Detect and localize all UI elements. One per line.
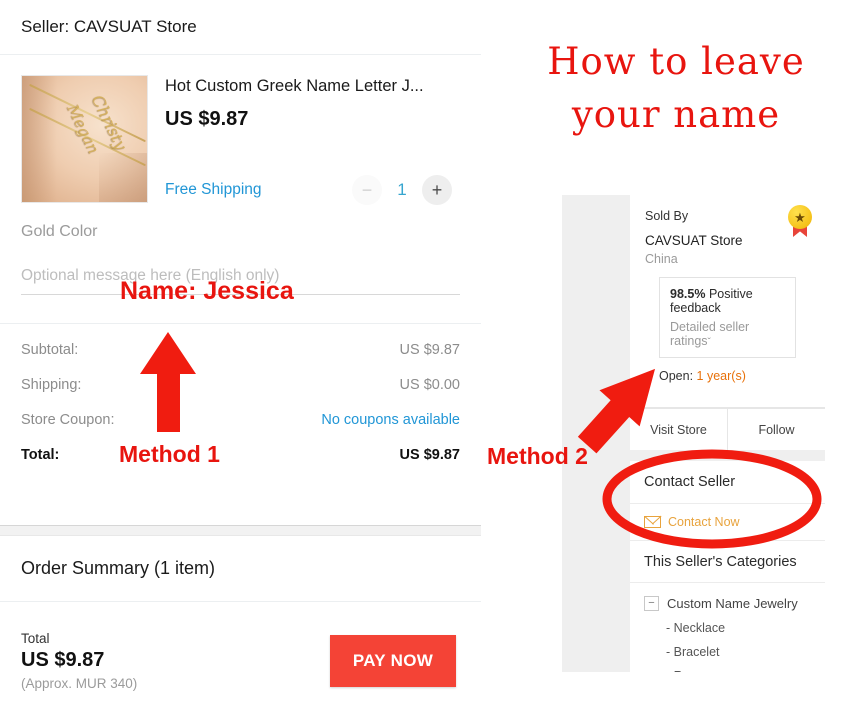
quantity-decrease-button[interactable]: − (352, 175, 382, 205)
store-country: China (645, 252, 678, 266)
product-info: Hot Custom Greek Name Letter J... US $9.… (148, 75, 460, 207)
pay-total-block: Total US $9.87 (Approx. MUR 340) (21, 631, 137, 691)
bracelet-photo: Megan Christy (22, 76, 147, 202)
grand-total-label: Total: (21, 447, 60, 463)
quantity-stepper[interactable]: − 1 + (352, 175, 460, 205)
feedback-line: 98.5% Positive feedback (670, 287, 786, 315)
medal-star-icon: ★ (787, 205, 813, 237)
pay-now-button[interactable]: PAY NOW (330, 635, 456, 687)
detailed-seller-ratings-toggle[interactable]: Detailed seller ratingsˇ (670, 320, 786, 348)
checkout-column: Seller: CAVSUAT Store Megan Christy Hot … (0, 0, 481, 710)
order-summary-header: Order Summary (1 item) (0, 536, 481, 602)
quantity-increase-button[interactable]: + (422, 175, 452, 205)
visit-store-button[interactable]: Visit Store (630, 409, 727, 450)
feedback-box: 98.5% Positive feedback Detailed seller … (659, 277, 796, 358)
open-value: 1 year(s) (696, 369, 746, 383)
optional-message-field[interactable]: Optional message here (English only) (21, 267, 460, 295)
total-label: Subtotal: (21, 342, 79, 358)
total-value: US $9.87 (399, 342, 460, 358)
category-parent-row[interactable]: − Custom Name Jewelry (644, 596, 811, 611)
product-title[interactable]: Hot Custom Greek Name Letter J... (165, 77, 460, 96)
total-row-subtotal: Subtotal: US $9.87 (21, 342, 460, 358)
howto-title: How to leave your name (547, 40, 805, 136)
total-row-grand: Total: US $9.87 (21, 447, 460, 463)
seller-header-label: Seller: CAVSUAT Store (21, 17, 197, 36)
shipping-quantity-row: Free Shipping − 1 + (165, 175, 460, 205)
pay-bar: Total US $9.87 (Approx. MUR 340) PAY NOW (0, 612, 481, 710)
seller-header: Seller: CAVSUAT Store (0, 0, 481, 55)
store-coupon-link[interactable]: No coupons available (321, 412, 460, 428)
open-label: Open: (659, 369, 694, 383)
product-price: US $9.87 (165, 108, 249, 130)
pay-total-value: US $9.87 (21, 649, 105, 671)
pay-total-label: Total (21, 631, 50, 646)
star-glyph: ★ (794, 209, 806, 225)
store-name[interactable]: CAVSUAT Store (645, 233, 810, 248)
totals-section: Subtotal: US $9.87 Shipping: US $0.00 St… (0, 324, 481, 463)
feedback-percent: 98.5% (670, 287, 706, 301)
contact-seller-heading: Contact Seller (630, 461, 825, 504)
section-gap-band (0, 525, 481, 536)
seller-categories-list: − Custom Name Jewelry - Necklace - Brace… (630, 583, 825, 672)
sold-by-label: Sold By (645, 209, 689, 223)
total-row-shipping: Shipping: US $0.00 (21, 377, 460, 393)
free-shipping-label[interactable]: Free Shipping (165, 181, 262, 199)
chevron-down-icon: ˇ (707, 337, 711, 348)
product-variant: Gold Color (21, 223, 98, 240)
seller-card-top: ★ Sold By CAVSUAT Store China 98.5% Posi… (630, 195, 825, 408)
total-value: US $0.00 (399, 377, 460, 393)
total-label: Store Coupon: (21, 412, 115, 428)
contact-now-label: Contact Now (668, 515, 740, 529)
category-child-bracelet[interactable]: - Bracelet (666, 645, 811, 659)
seller-info-card: ★ Sold By CAVSUAT Store China 98.5% Posi… (630, 195, 825, 672)
store-action-buttons: Visit Store Follow (630, 408, 825, 450)
grand-total-value: US $9.87 (399, 447, 460, 463)
envelope-icon (644, 516, 661, 528)
category-parent-label: Custom Name Jewelry (667, 596, 798, 611)
instruction-panel: How to leave your name ★ Sold By CAVSUAT… (481, 0, 850, 710)
category-child-necklace[interactable]: - Necklace (666, 621, 811, 635)
card-spacer (630, 450, 825, 461)
store-open-row: Open: 1 year(s) (645, 358, 810, 395)
optional-message-placeholder: Optional message here (English only) (21, 267, 280, 284)
total-label: Shipping: (21, 377, 82, 393)
quantity-value: 1 (397, 180, 407, 199)
total-row-store-coupon: Store Coupon: No coupons available (21, 412, 460, 428)
follow-button[interactable]: Follow (727, 409, 825, 450)
product-row: Megan Christy Hot Custom Greek Name Lett… (0, 55, 481, 207)
seller-categories-heading: This Seller's Categories (630, 541, 825, 583)
pay-approx-value: (Approx. MUR 340) (21, 676, 138, 691)
collapse-minus-icon[interactable]: − (644, 596, 659, 611)
medal-circle: ★ (788, 205, 812, 229)
product-thumbnail[interactable]: Megan Christy (21, 75, 148, 203)
contact-now-button[interactable]: Contact Now (630, 504, 825, 541)
order-summary-label: Order Summary (1 item) (21, 558, 216, 578)
photo-shading-right (98, 152, 147, 202)
category-child-partial[interactable]: - R (666, 669, 811, 672)
